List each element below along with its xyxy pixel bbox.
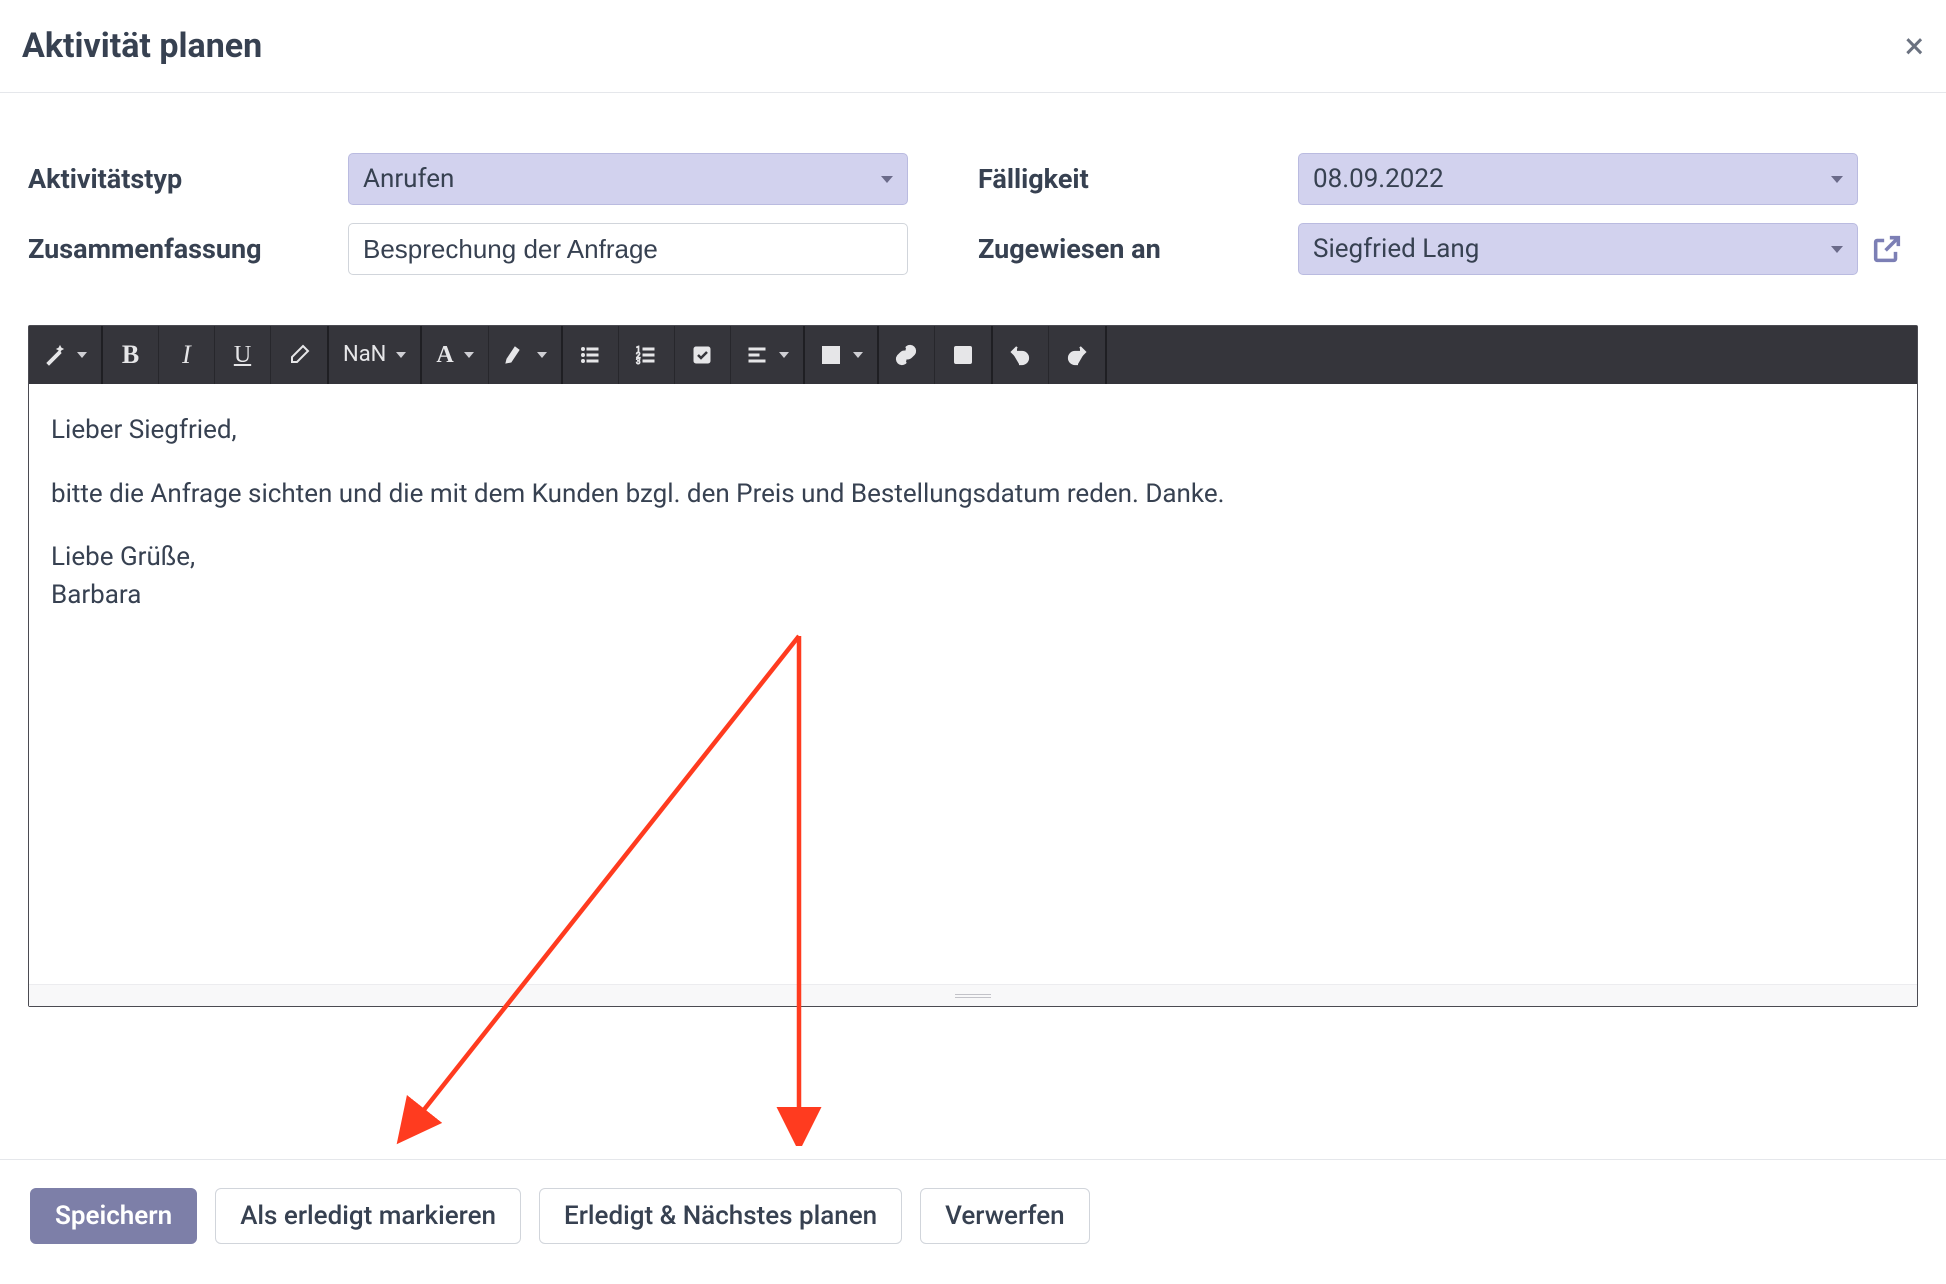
discard-button[interactable]: Verwerfen [920,1188,1089,1244]
image-icon[interactable] [935,326,991,384]
chevron-down-icon [881,176,893,183]
assigned-to-select[interactable]: Siegfried Lang [1298,223,1858,275]
editor-line-2: bitte die Anfrage sichten und die mit de… [51,476,1895,514]
form-area: Aktivitätstyp Anrufen Zusammenfassung Fä… [0,93,1946,285]
editor-line-3: Liebe Grüße, Barbara [51,539,1895,614]
activity-type-label: Aktivitätstyp [28,163,348,195]
grip-icon [955,994,991,998]
bold-button[interactable]: B [103,326,159,384]
align-button[interactable] [731,326,803,384]
editor-toolbar: B I U NaN A [29,326,1917,384]
done-and-next-button[interactable]: Erledigt & Nächstes planen [539,1188,902,1244]
close-icon[interactable]: × [1905,28,1924,64]
field-assigned-to: Zugewiesen an Siegfried Lang [978,223,1918,275]
undo-icon[interactable] [993,326,1049,384]
highlight-button[interactable] [489,326,561,384]
assigned-to-value: Siegfried Lang [1313,234,1479,264]
unordered-list-button[interactable] [563,326,619,384]
activity-type-value: Anrufen [363,164,454,194]
checklist-button[interactable] [675,326,731,384]
field-due-date: Fälligkeit 08.09.2022 [978,153,1918,205]
svg-text:3: 3 [636,357,641,366]
save-button[interactable]: Speichern [30,1188,197,1244]
magic-wand-icon[interactable] [29,326,101,384]
dialog-title: Aktivität planen [22,26,262,66]
summary-input[interactable] [348,223,908,275]
field-summary: Zusammenfassung [28,223,918,275]
rich-text-editor: B I U NaN A [28,325,1918,1007]
resize-handle[interactable] [29,984,1917,1006]
font-color-button[interactable]: A [422,326,488,384]
underline-button[interactable]: U [215,326,271,384]
summary-label: Zusammenfassung [28,233,348,265]
redo-icon[interactable] [1049,326,1105,384]
chevron-down-icon [1831,246,1843,253]
font-size-label: NaN [343,344,386,366]
mark-done-button[interactable]: Als erledigt markieren [215,1188,521,1244]
chevron-down-icon [1831,176,1843,183]
dialog-footer: Speichern Als erledigt markieren Erledig… [0,1159,1946,1284]
italic-button[interactable]: I [159,326,215,384]
eraser-icon[interactable] [271,326,327,384]
editor-line-1: Lieber Siegfried, [51,412,1895,450]
due-date-label: Fälligkeit [978,163,1298,195]
external-link-icon[interactable] [1870,232,1904,266]
due-date-value: 08.09.2022 [1313,164,1444,194]
activity-type-select[interactable]: Anrufen [348,153,908,205]
table-button[interactable] [805,326,877,384]
editor-content[interactable]: Lieber Siegfried, bitte die Anfrage sich… [29,384,1917,984]
plan-activity-dialog: Aktivität planen × Aktivitätstyp Anrufen… [0,0,1946,1284]
assigned-to-label: Zugewiesen an [978,233,1298,265]
link-icon[interactable] [879,326,935,384]
due-date-select[interactable]: 08.09.2022 [1298,153,1858,205]
font-size-select[interactable]: NaN [329,326,420,384]
ordered-list-button[interactable]: 123 [619,326,675,384]
dialog-header: Aktivität planen × [0,0,1946,93]
field-activity-type: Aktivitätstyp Anrufen [28,153,918,205]
